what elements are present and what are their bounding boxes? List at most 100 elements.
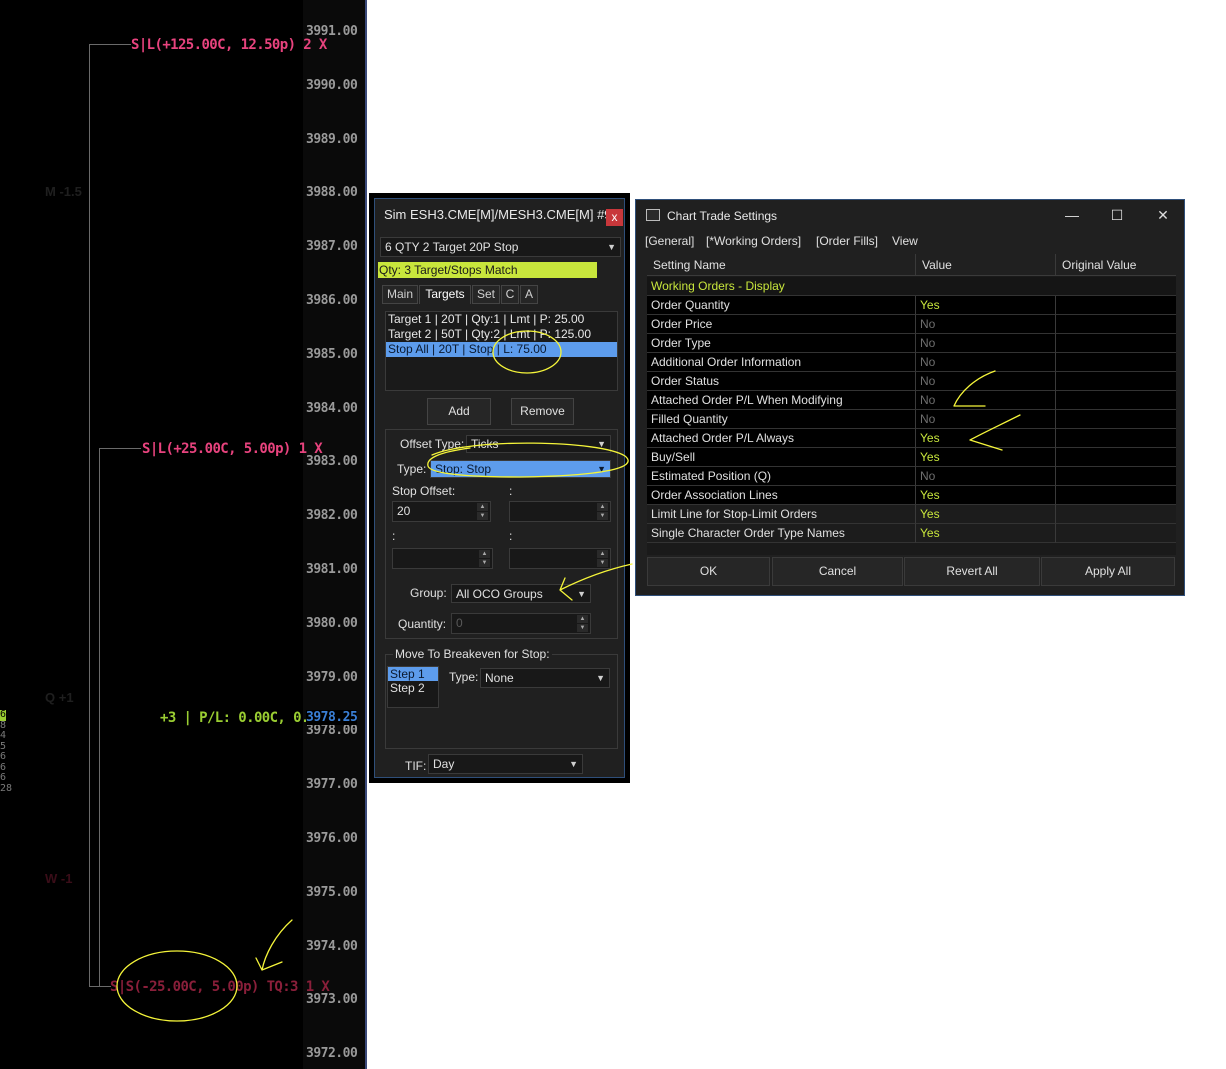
target-2-order-label[interactable]: S|L(+125.00C, 12.50p) 2 X	[131, 37, 327, 53]
spin-up-icon[interactable]: ▲	[597, 550, 608, 558]
revert-all-button[interactable]: Revert All	[904, 557, 1040, 586]
apply-all-button[interactable]: Apply All	[1041, 557, 1175, 586]
chart-trade-settings-dialog: Chart Trade Settings — ☐ ✕ [General] [*W…	[635, 199, 1185, 596]
offset-stepper-4[interactable]: ▲ ▼	[509, 548, 611, 569]
table-row[interactable]: Order Association Lines Yes	[647, 486, 1176, 505]
tab-c[interactable]: C	[501, 285, 519, 304]
spin-up-icon[interactable]: ▲	[477, 503, 488, 511]
list-item[interactable]: Stop All | 20T | Stop | L: 75.00	[386, 342, 617, 357]
chevron-down-icon: ▼	[597, 464, 606, 474]
setting-value-cell[interactable]: No	[916, 467, 1056, 486]
qty-match-banner: Qty: 3 Target/Stops Match	[378, 262, 597, 278]
price-tick-label: 3972.00	[306, 1046, 358, 1062]
group-label: Group:	[410, 586, 447, 600]
setting-name-cell: Attached Order P/L When Modifying	[647, 391, 916, 410]
tab-targets[interactable]: Targets	[419, 285, 471, 304]
spin-up-icon[interactable]: ▲	[479, 550, 490, 558]
stop-order-label[interactable]: S|S(-25.00C, 5.00p) TQ:3 1 X	[110, 979, 330, 995]
tab-a[interactable]: A	[520, 285, 538, 304]
table-row[interactable]: Order Price No	[647, 315, 1176, 334]
table-row[interactable]: Order Status No	[647, 372, 1176, 391]
chevron-down-icon: ▼	[577, 589, 586, 599]
secondary-offset-stepper[interactable]: ▲ ▼	[509, 501, 611, 522]
setting-value-cell[interactable]: No	[916, 315, 1056, 334]
table-row[interactable]: Attached Order P/L Always Yes	[647, 429, 1176, 448]
table-row[interactable]: Buy/Sell Yes	[647, 448, 1176, 467]
menu-order-fills[interactable]: [Order Fills]	[816, 234, 878, 248]
setting-value-cell[interactable]: Yes	[916, 524, 1056, 543]
original-value-cell	[1056, 448, 1176, 467]
stop-offset-stepper[interactable]: 20 ▲ ▼	[392, 501, 491, 522]
tab-set[interactable]: Set	[472, 285, 500, 304]
left-volume-numbers: 6 8 4 5 6 6 6 28	[0, 709, 12, 794]
menu-general[interactable]: [General]	[645, 234, 694, 248]
setting-value-cell[interactable]: No	[916, 353, 1056, 372]
list-item[interactable]: Target 2 | 50T | Qty:2 | Lmt | P: 125.00	[386, 327, 617, 342]
menu-view[interactable]: View	[892, 234, 918, 248]
setting-value-cell[interactable]: Yes	[916, 448, 1056, 467]
setting-value-cell[interactable]: Yes	[916, 429, 1056, 448]
price-chart[interactable]: 3991.00 3990.00 3989.00 3988.00 3987.00 3986.…	[0, 0, 366, 1069]
setting-value-cell[interactable]: No	[916, 410, 1056, 429]
setting-value-cell[interactable]: Yes	[916, 486, 1056, 505]
column-header-setting-name[interactable]: Setting Name	[647, 254, 916, 276]
column-header-original-value[interactable]: Original Value	[1056, 254, 1176, 276]
offset-type-select[interactable]: Ticks ▼	[466, 435, 611, 453]
maximize-icon[interactable]: ☐	[1102, 204, 1132, 226]
ok-button[interactable]: OK	[647, 557, 770, 586]
table-row[interactable]: Order Quantity Yes	[647, 296, 1176, 315]
targets-list[interactable]: Target 1 | 20T | Qty:1 | Lmt | P: 25.00 …	[385, 311, 618, 391]
remove-button[interactable]: Remove	[511, 398, 574, 425]
minimize-icon[interactable]: —	[1057, 204, 1087, 226]
breakeven-type-select[interactable]: None ▼	[480, 668, 610, 688]
colon-label: :	[392, 529, 396, 543]
setting-name-cell: Buy/Sell	[647, 448, 916, 467]
table-row[interactable]: Order Type No	[647, 334, 1176, 353]
column-header-value[interactable]: Value	[916, 254, 1056, 276]
tif-select[interactable]: Day ▼	[428, 754, 583, 774]
spin-down-icon[interactable]: ▼	[597, 559, 608, 567]
list-item[interactable]: Step 1	[388, 667, 438, 681]
type-select[interactable]: Stop: Stop ▼	[430, 460, 611, 478]
oco-group-select[interactable]: All OCO Groups ▼	[451, 584, 591, 603]
target-1-order-label[interactable]: S|L(+25.00C, 5.00p) 1 X	[142, 441, 323, 457]
close-icon[interactable]: ✕	[1148, 204, 1178, 226]
table-row[interactable]: Single Character Order Type Names Yes	[647, 524, 1176, 543]
section-header: Working Orders - Display	[647, 277, 1176, 296]
table-row[interactable]: Estimated Position (Q) No	[647, 467, 1176, 486]
order-association-line-bottom	[89, 986, 111, 987]
tab-main[interactable]: Main	[382, 285, 418, 304]
table-row[interactable]: Filled Quantity No	[647, 410, 1176, 429]
stop-offset-label: Stop Offset:	[392, 484, 456, 498]
price-axis[interactable]	[303, 0, 365, 1069]
spin-up-icon[interactable]: ▲	[577, 615, 588, 623]
setting-value-cell[interactable]: No	[916, 372, 1056, 391]
original-value-cell	[1056, 334, 1176, 353]
settings-grid[interactable]: Setting Name Value Original Value Workin…	[647, 254, 1176, 555]
table-row[interactable]: Additional Order Information No	[647, 353, 1176, 372]
spin-down-icon[interactable]: ▼	[479, 559, 490, 567]
table-row[interactable]: Limit Line for Stop-Limit Orders Yes	[647, 505, 1176, 524]
price-tick-label: 3980.00	[306, 615, 358, 631]
price-tick-label: 3987.00	[306, 239, 358, 255]
strategy-select[interactable]: 6 QTY 2 Target 20P Stop ▼	[380, 237, 621, 257]
close-button[interactable]: x	[606, 209, 623, 226]
spin-up-icon[interactable]: ▲	[597, 503, 608, 511]
order-association-line-mid	[99, 448, 141, 449]
breakeven-steps-list[interactable]: Step 1 Step 2	[387, 666, 439, 708]
quantity-stepper[interactable]: 0 ▲ ▼	[451, 613, 591, 634]
list-item[interactable]: Step 2	[388, 681, 438, 695]
list-item[interactable]: Target 1 | 20T | Qty:1 | Lmt | P: 25.00	[386, 312, 617, 327]
setting-value-cell[interactable]: Yes	[916, 505, 1056, 524]
setting-value-cell[interactable]: No	[916, 334, 1056, 353]
spin-down-icon[interactable]: ▼	[477, 512, 488, 520]
spin-down-icon[interactable]: ▼	[597, 512, 608, 520]
cancel-button[interactable]: Cancel	[772, 557, 903, 586]
spin-down-icon[interactable]: ▼	[577, 624, 588, 632]
add-button[interactable]: Add	[427, 398, 491, 425]
setting-value-cell[interactable]: Yes	[916, 296, 1056, 315]
menu-working-orders[interactable]: [*Working Orders]	[706, 234, 801, 248]
table-row[interactable]: Attached Order P/L When Modifying No	[647, 391, 1176, 410]
setting-value-cell[interactable]: No	[916, 391, 1056, 410]
offset-stepper-3[interactable]: ▲ ▼	[392, 548, 493, 569]
